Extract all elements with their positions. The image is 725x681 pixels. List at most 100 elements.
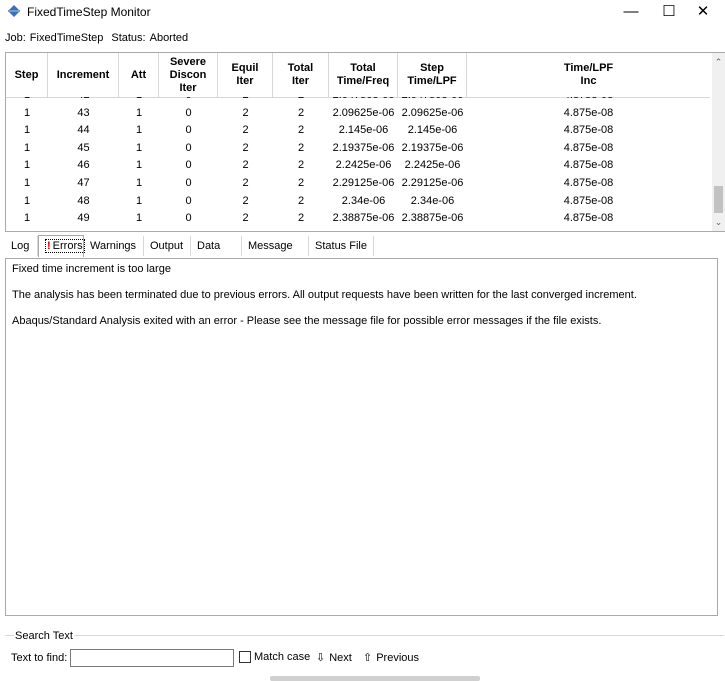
- match-case-checkbox[interactable]: [239, 651, 251, 663]
- table-cell: 2.19375e-06: [401, 141, 464, 154]
- table-cell: 1: [135, 124, 143, 137]
- search-legend: Search Text: [14, 630, 74, 642]
- table-cell: 0: [159, 97, 218, 105]
- table-cell: 0: [185, 194, 192, 207]
- table-cell: 1: [135, 194, 143, 207]
- close-button[interactable]: ✕: [680, 0, 725, 24]
- tab-log[interactable]: Log: [5, 236, 38, 256]
- table-row[interactable]: 1 47 1 0 2 2 2.29125e-06 2.29125e-06 4.875e-08: [6, 175, 710, 193]
- table-cell: 1: [23, 124, 31, 137]
- table-cell: 1: [6, 97, 48, 105]
- col-total-time-freq-header[interactable]: Total Time/Freq: [329, 53, 398, 97]
- table-row[interactable]: 1 46 1 0 2 2 2.2425e-06 2.2425e-06 4.875e-08: [6, 157, 710, 175]
- increment-table[interactable]: Step Increment Att Severe Discon Iter Equil Ite…: [5, 52, 725, 232]
- table-cell: 2.04750e-06: [329, 97, 398, 105]
- table-cell: 0: [185, 176, 192, 189]
- col-time-lpf-inc-header[interactable]: Time/LPF Inc: [467, 53, 710, 97]
- error-message-line: The analysis has been terminated due to …: [12, 289, 637, 301]
- table-row-partial[interactable]: 14210222.04750e-062.04750e-064.875e-08: [6, 97, 710, 105]
- table-cell: 1: [23, 159, 31, 172]
- job-label: Job:: [5, 32, 26, 44]
- table-cell: 2.2425e-06: [404, 159, 461, 172]
- table-cell: 1: [135, 106, 143, 119]
- find-label: Text to find:: [11, 652, 68, 664]
- maximize-icon: ☐: [662, 3, 676, 20]
- output-tabs: Log !Errors Warnings OutputData FileMessage…: [5, 235, 724, 272]
- tab-label: Warnings: [90, 240, 137, 252]
- arrow-down-icon: ⇩: [316, 652, 326, 664]
- table-body: 14210222.04750e-062.04750e-064.875e-0814…: [6, 97, 710, 230]
- col-att-header[interactable]: Att: [119, 53, 159, 97]
- scroll-up-icon[interactable]: ⌃: [712, 55, 725, 69]
- table-cell: 4.875e-08: [563, 159, 614, 172]
- status-label: Status:: [111, 32, 146, 44]
- col-severe-discon-iter-header[interactable]: Severe Discon Iter: [159, 53, 218, 97]
- search-text-group: Search Text Text to find: Match case ⇩ Ne…: [5, 630, 724, 680]
- table-cell: 2.09625e-06: [332, 106, 395, 119]
- table-cell: 4.875e-08: [563, 106, 614, 119]
- table-cell: 4.875e-08: [563, 141, 614, 154]
- table-cell: 2: [297, 141, 305, 154]
- tab-warnings[interactable]: Warnings: [84, 236, 144, 256]
- tab-data-file[interactable]: Data File: [191, 236, 242, 272]
- col-total-iter-header[interactable]: Total Iter: [273, 53, 329, 97]
- tab-label: Log: [11, 240, 30, 252]
- arrow-up-icon: ⇧: [363, 652, 373, 664]
- table-cell: 47: [77, 176, 90, 189]
- table-cell: 2: [242, 124, 249, 137]
- table-cell: 2: [242, 159, 249, 172]
- window-title: FixedTimeStep Monitor: [27, 5, 151, 19]
- tab-output[interactable]: Output: [144, 236, 191, 256]
- table-header: Step Increment Att Severe Discon Iter Equil Ite…: [6, 53, 710, 98]
- horizontal-scrollbar-thumb[interactable]: [270, 676, 480, 681]
- table-cell: 2.29125e-06: [401, 176, 464, 189]
- previous-label: Previous: [376, 652, 420, 664]
- table-cell: 4.875e-08: [563, 212, 614, 225]
- table-cell: 2.38875e-06: [332, 212, 395, 225]
- table-cell: 1: [135, 141, 143, 154]
- scrollbar-thumb[interactable]: [714, 186, 723, 213]
- tab-focus-outline: ! Errors: [45, 239, 85, 253]
- table-cell: 45: [77, 141, 90, 154]
- match-case-label[interactable]: Match case: [254, 651, 310, 663]
- table-cell: 0: [185, 212, 192, 225]
- table-row[interactable]: 1 44 1 0 2 2 2.145e-06 2.145e-06 4.875e-08: [6, 122, 710, 140]
- table-row[interactable]: 1 43 1 0 2 2 2.09625e-06 2.09625e-06 4.875e-08: [6, 105, 710, 123]
- error-message-line: Abaqus/Standard Analysis exited with an …: [12, 315, 602, 327]
- errors-message-pane[interactable]: Fixed time increment is too large The ana…: [5, 258, 718, 616]
- table-cell: 2: [297, 212, 305, 225]
- table-cell: 0: [185, 159, 192, 172]
- error-message-line: Fixed time increment is too large: [12, 263, 171, 275]
- tab-label: Status File: [315, 240, 367, 252]
- table-cell: 2.29125e-06: [332, 176, 395, 189]
- minimize-icon: —: [623, 3, 639, 20]
- table-row[interactable]: 1 49 1 0 2 2 2.38875e-06 2.38875e-06 4.875e-08: [6, 210, 710, 228]
- error-icon: !: [47, 240, 51, 252]
- find-input[interactable]: [70, 649, 234, 667]
- table-cell: 2: [273, 97, 329, 105]
- table-row[interactable]: 1 48 1 0 2 2 2.34e-06 2.34e-06 4.875e-08: [6, 193, 710, 211]
- tab-errors[interactable]: ! Errors: [38, 235, 85, 257]
- col-equil-iter-header[interactable]: Equil Iter: [218, 53, 273, 97]
- col-step-header[interactable]: Step: [6, 53, 48, 97]
- abaqus-app-icon: [8, 5, 20, 17]
- table-cell: 2.2425e-06: [335, 159, 392, 172]
- table-cell: 0: [185, 106, 192, 119]
- table-cell: 0: [185, 141, 192, 154]
- table-cell: 2.38875e-06: [401, 212, 464, 225]
- table-row[interactable]: 1 45 1 0 2 2 2.19375e-06 2.19375e-06 4.875e-08: [6, 140, 710, 158]
- table-cell: 2.04750e-06: [398, 97, 467, 105]
- next-button[interactable]: ⇩ Next: [316, 651, 352, 664]
- table-cell: 4.875e-08: [563, 194, 614, 207]
- previous-button[interactable]: ⇧ Previous: [363, 651, 419, 664]
- scroll-down-icon[interactable]: ⌄: [712, 215, 725, 229]
- table-cell: 2: [218, 97, 273, 105]
- tab-status-file[interactable]: Status File: [309, 236, 374, 256]
- col-increment-header[interactable]: Increment: [48, 53, 119, 97]
- table-vertical-scrollbar[interactable]: ⌃ ⌄: [712, 53, 725, 231]
- col-step-time-lpf-header[interactable]: Step Time/LPF: [398, 53, 467, 97]
- table-cell: 49: [77, 212, 90, 225]
- tab-message-file[interactable]: Message File: [242, 236, 309, 272]
- table-cell: 1: [135, 159, 143, 172]
- job-status-line: Job: FixedTimeStep Status: Aborted: [5, 32, 192, 44]
